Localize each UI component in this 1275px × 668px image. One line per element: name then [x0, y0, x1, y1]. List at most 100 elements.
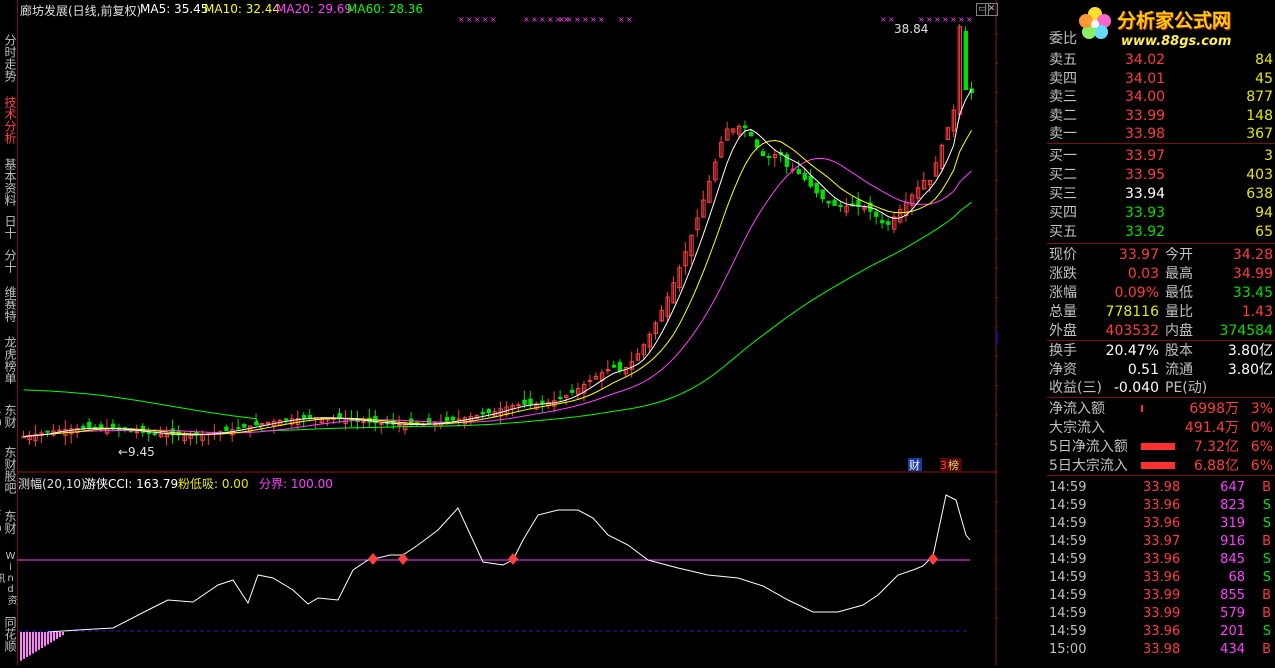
- signal-marker: ×: [474, 15, 481, 24]
- stat-value-2: 1.43: [1241, 304, 1273, 320]
- stat-row: 涨跌 0.03 最高 34.99: [1047, 265, 1275, 283]
- stat-label-2: 最低: [1165, 285, 1193, 301]
- bid-volume: 65: [1255, 224, 1273, 240]
- candle-body: [814, 183, 819, 194]
- indicator-title: 测幅(20,10): [18, 477, 86, 491]
- stat2-row: 净资 0.51 流通 3.80亿: [1047, 361, 1275, 379]
- logo-url: www.88gs.com: [1121, 34, 1232, 49]
- flow-label: 5日净流入额: [1049, 439, 1128, 455]
- trade-time: 14:59: [1049, 606, 1087, 621]
- trade-volume: 579: [1220, 606, 1245, 621]
- tab-dongcai10[interactable]: 东财10: [0, 396, 17, 436]
- pink-bar: [62, 632, 64, 636]
- flow-value: 7.32亿: [1193, 439, 1239, 455]
- stat2-value: 0.51: [1127, 361, 1159, 378]
- stat2-label-2: 股本: [1165, 343, 1193, 359]
- ask-volume: 877: [1246, 89, 1273, 105]
- candle-body: [754, 139, 760, 148]
- bid-row: 买一 33.97 3: [1047, 147, 1275, 165]
- candle-body: [796, 169, 802, 174]
- signal-marker: ×: [574, 15, 581, 24]
- candle-body: [450, 416, 456, 421]
- trade-time: 14:59: [1049, 516, 1087, 531]
- bid-label: 买二: [1049, 167, 1077, 183]
- cai-badge: 财: [909, 458, 920, 472]
- pink-bar: [35, 632, 37, 652]
- cci-label: 游侠CCI: 163.79: [84, 477, 179, 491]
- trade-price: 33.96: [1143, 570, 1181, 585]
- flow-pct: 3%: [1250, 401, 1273, 417]
- trade-price: 33.99: [1143, 606, 1181, 621]
- cci-line: [47, 494, 971, 633]
- candle-body: [480, 411, 486, 415]
- signal-marker: ×: [466, 15, 473, 24]
- stat2-label: 收益(三): [1049, 380, 1102, 396]
- tab-wind[interactable]: Wind资讯: [0, 550, 16, 606]
- tab-tonghuashun[interactable]: 同花顺: [0, 610, 17, 658]
- ask-volume: 367: [1246, 126, 1273, 142]
- ask-bid-divider: [1047, 143, 1275, 144]
- tab-jiben[interactable]: 基本资料: [0, 154, 17, 210]
- stat-value: 778116: [1105, 304, 1159, 320]
- tab-dongcai-f9[interactable]: 东财F9: [0, 502, 17, 542]
- trade-time: 14:59: [1049, 570, 1087, 585]
- trades-divider: [1047, 475, 1275, 476]
- tab-fenshi[interactable]: 分时走势: [0, 30, 17, 86]
- trade-time: 15:00: [1049, 642, 1087, 657]
- candle-body: [820, 189, 825, 200]
- kline-chart-area[interactable]: 38.0036.0034.0032.0030.0028.0026.0024.00…: [18, 0, 1051, 665]
- candle-body: [486, 408, 491, 414]
- tab-longhubang[interactable]: 龙虎榜单: [0, 332, 17, 388]
- trade-side: B: [1262, 480, 1271, 495]
- stat2-value: -0.040: [1113, 380, 1159, 396]
- candle-body: [134, 431, 140, 434]
- buy-signal-icon: [928, 553, 938, 565]
- candle-body: [152, 433, 158, 436]
- site-logo: 分析家公式网 www.88gs.com: [1075, 0, 1275, 60]
- ma10-label: MA10: 32.44: [204, 2, 281, 16]
- trade-volume: 68: [1228, 570, 1245, 585]
- signal-marker: ×: [942, 15, 949, 24]
- signal-marker: ×: [566, 15, 573, 24]
- flow-row: 净流入额 6998万 3%: [1047, 400, 1275, 418]
- pink-bar: [32, 632, 34, 654]
- trade-volume: 319: [1220, 516, 1245, 531]
- bid-label: 买一: [1049, 148, 1077, 164]
- trade-row: 14:59 33.96 319 S: [1047, 515, 1275, 533]
- bid-price: 33.97: [1125, 148, 1166, 164]
- candle-body: [856, 199, 861, 207]
- flow-value: 6998万: [1189, 401, 1239, 417]
- stat-label-2: 量比: [1165, 304, 1193, 320]
- stat2-label-2: PE(动): [1165, 380, 1208, 396]
- candle-body: [307, 414, 313, 419]
- candle-body: [540, 400, 545, 404]
- candle-body: [611, 364, 617, 368]
- bid-price: 33.94: [1125, 186, 1166, 202]
- signal-marker: ×: [482, 15, 489, 24]
- tab-weisaite[interactable]: 维赛特: [0, 284, 17, 324]
- stat2-row: 换手 20.47% 股本 3.80亿: [1047, 342, 1275, 360]
- tab-fenshi10[interactable]: 分十: [0, 248, 17, 274]
- webi-label: 委比: [1049, 31, 1077, 47]
- trade-time: 14:59: [1049, 480, 1087, 495]
- candle-body: [760, 151, 766, 157]
- candle-body: [45, 430, 50, 433]
- candle-body: [146, 431, 152, 434]
- stat-value: 0.09%: [1114, 285, 1159, 301]
- tab-jishu[interactable]: 技术分析: [0, 92, 17, 148]
- ma60-line: [23, 201, 972, 432]
- bid-volume: 94: [1255, 205, 1273, 221]
- signal-marker: ×: [590, 15, 597, 24]
- trade-volume: 201: [1220, 624, 1245, 639]
- tab-dongcai-guba[interactable]: 东财股吧: [0, 442, 17, 498]
- stat-value-2: 34.99: [1232, 266, 1273, 282]
- pink-bar: [41, 632, 43, 648]
- trade-row: 14:59 33.96 845 S: [1047, 551, 1275, 569]
- candle-body: [444, 416, 450, 422]
- signal-marker: ×: [880, 15, 887, 24]
- signal-marker: ×: [458, 15, 465, 24]
- tab-rishi[interactable]: 日十: [0, 214, 17, 240]
- flow-bar: [1141, 462, 1175, 469]
- close-icon[interactable]: ✕: [985, 3, 998, 16]
- trade-side: B: [1262, 642, 1271, 657]
